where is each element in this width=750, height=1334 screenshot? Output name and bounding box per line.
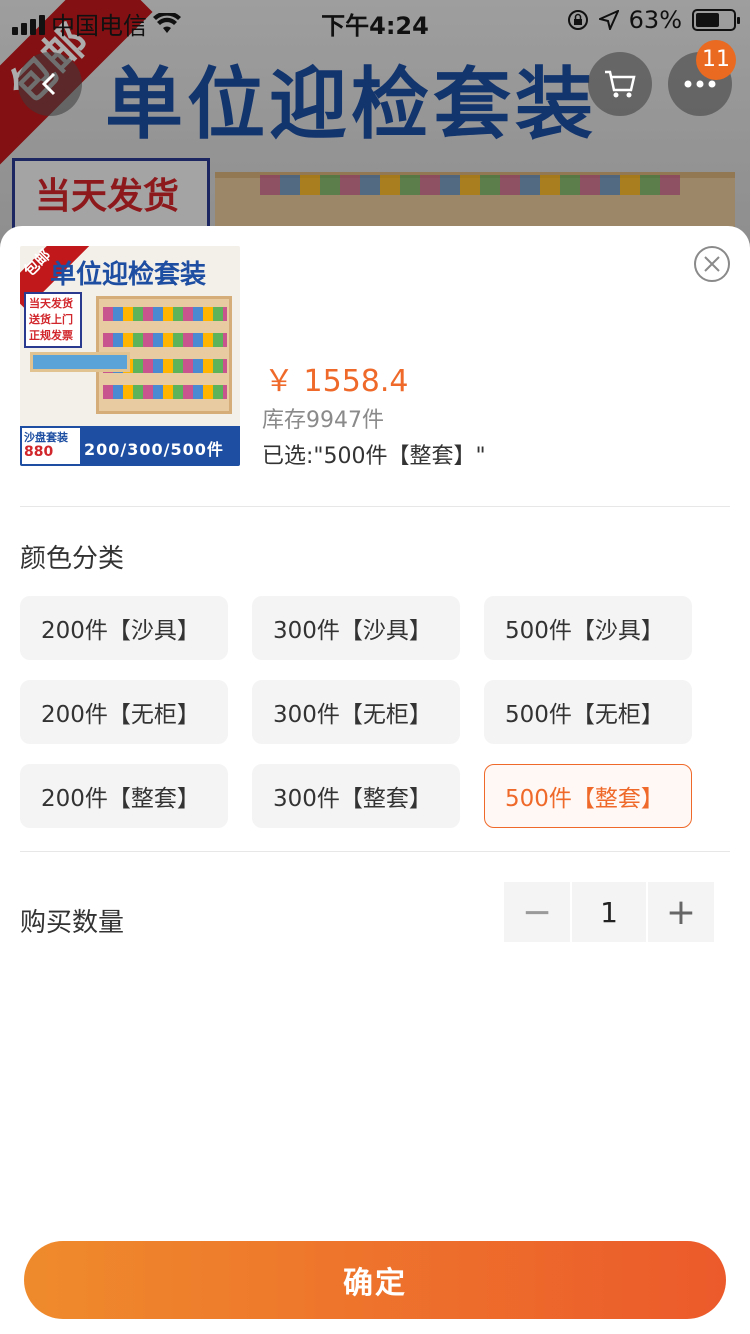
product-thumbnail[interactable]: 包邮 单位迎检套装 当天发货 送货上门 正规发票 沙盘套装 880 200/30… — [20, 246, 240, 466]
cart-button[interactable] — [588, 52, 652, 116]
thumb-tag: 正规发票 — [29, 329, 73, 342]
status-bar: 中国电信 下午4:24 63% — [0, 0, 750, 40]
thumb-bottom-left: 沙盘套装 880 — [22, 428, 80, 464]
quantity-value[interactable]: 1 — [572, 882, 646, 942]
thumb-shelf-row — [103, 307, 227, 321]
sku-option[interactable]: 300件【无柜】 — [252, 680, 460, 744]
more-dots-icon — [684, 80, 716, 88]
battery-icon — [692, 9, 740, 31]
thumb-tag: 当天发货 — [29, 297, 73, 310]
confirm-button[interactable]: 确定 — [24, 1241, 726, 1319]
divider — [20, 851, 730, 852]
thumb-bottom-left-line2: 880 — [24, 444, 54, 460]
color-options-grid: 200件【沙具】 300件【沙具】 500件【沙具】 200件【无柜】 300件… — [20, 596, 730, 828]
thumb-title: 单位迎检套装 — [50, 260, 207, 290]
increment-button[interactable]: + — [648, 882, 714, 942]
cart-icon — [605, 70, 636, 98]
battery-percent: 63% — [628, 6, 682, 34]
divider — [20, 506, 730, 507]
status-right: 63% — [567, 6, 740, 34]
thumb-bottom-left-line1: 沙盘套装 — [24, 431, 68, 444]
sku-option[interactable]: 200件【沙具】 — [20, 596, 228, 660]
orientation-lock-icon — [567, 10, 588, 30]
quantity-stepper: − 1 + — [504, 882, 714, 942]
thumb-shelf-row — [103, 385, 227, 399]
price-label: ￥ 1558.4 — [264, 364, 409, 399]
decrement-button[interactable]: − — [504, 882, 570, 942]
sku-option[interactable]: 200件【无柜】 — [20, 680, 228, 744]
location-icon — [598, 10, 619, 30]
sku-option[interactable]: 300件【沙具】 — [252, 596, 460, 660]
close-icon — [704, 256, 720, 272]
quantity-section-title: 购买数量 — [20, 908, 125, 938]
thumb-sand-table-image — [30, 352, 130, 372]
back-button[interactable] — [18, 52, 82, 116]
cart-count-badge: 11 — [696, 40, 736, 80]
sku-selector-sheet: 包邮 单位迎检套装 当天发货 送货上门 正规发票 沙盘套装 880 200/30… — [0, 226, 750, 1334]
color-section-title: 颜色分类 — [20, 544, 125, 574]
stock-label: 库存9947件 — [262, 408, 384, 433]
thumb-bottom-band: 沙盘套装 880 200/300/500件 — [20, 426, 240, 466]
thumb-bottom-right: 200/300/500件 — [84, 440, 224, 459]
sku-option-selected[interactable]: 500件【整套】 — [484, 764, 692, 828]
thumb-tag: 送货上门 — [29, 313, 73, 326]
sku-option[interactable]: 500件【无柜】 — [484, 680, 692, 744]
thumb-shelf-row — [103, 333, 227, 347]
thumb-tags: 当天发货 送货上门 正规发票 — [24, 292, 82, 348]
battery-fill — [696, 13, 719, 27]
sku-option[interactable]: 500件【沙具】 — [484, 596, 692, 660]
sku-option[interactable]: 300件【整套】 — [252, 764, 460, 828]
close-button[interactable] — [694, 246, 730, 282]
back-arrow-icon — [41, 72, 56, 96]
sku-option[interactable]: 200件【整套】 — [20, 764, 228, 828]
selected-sku-label: 已选:"500件【整套】" — [262, 444, 486, 469]
